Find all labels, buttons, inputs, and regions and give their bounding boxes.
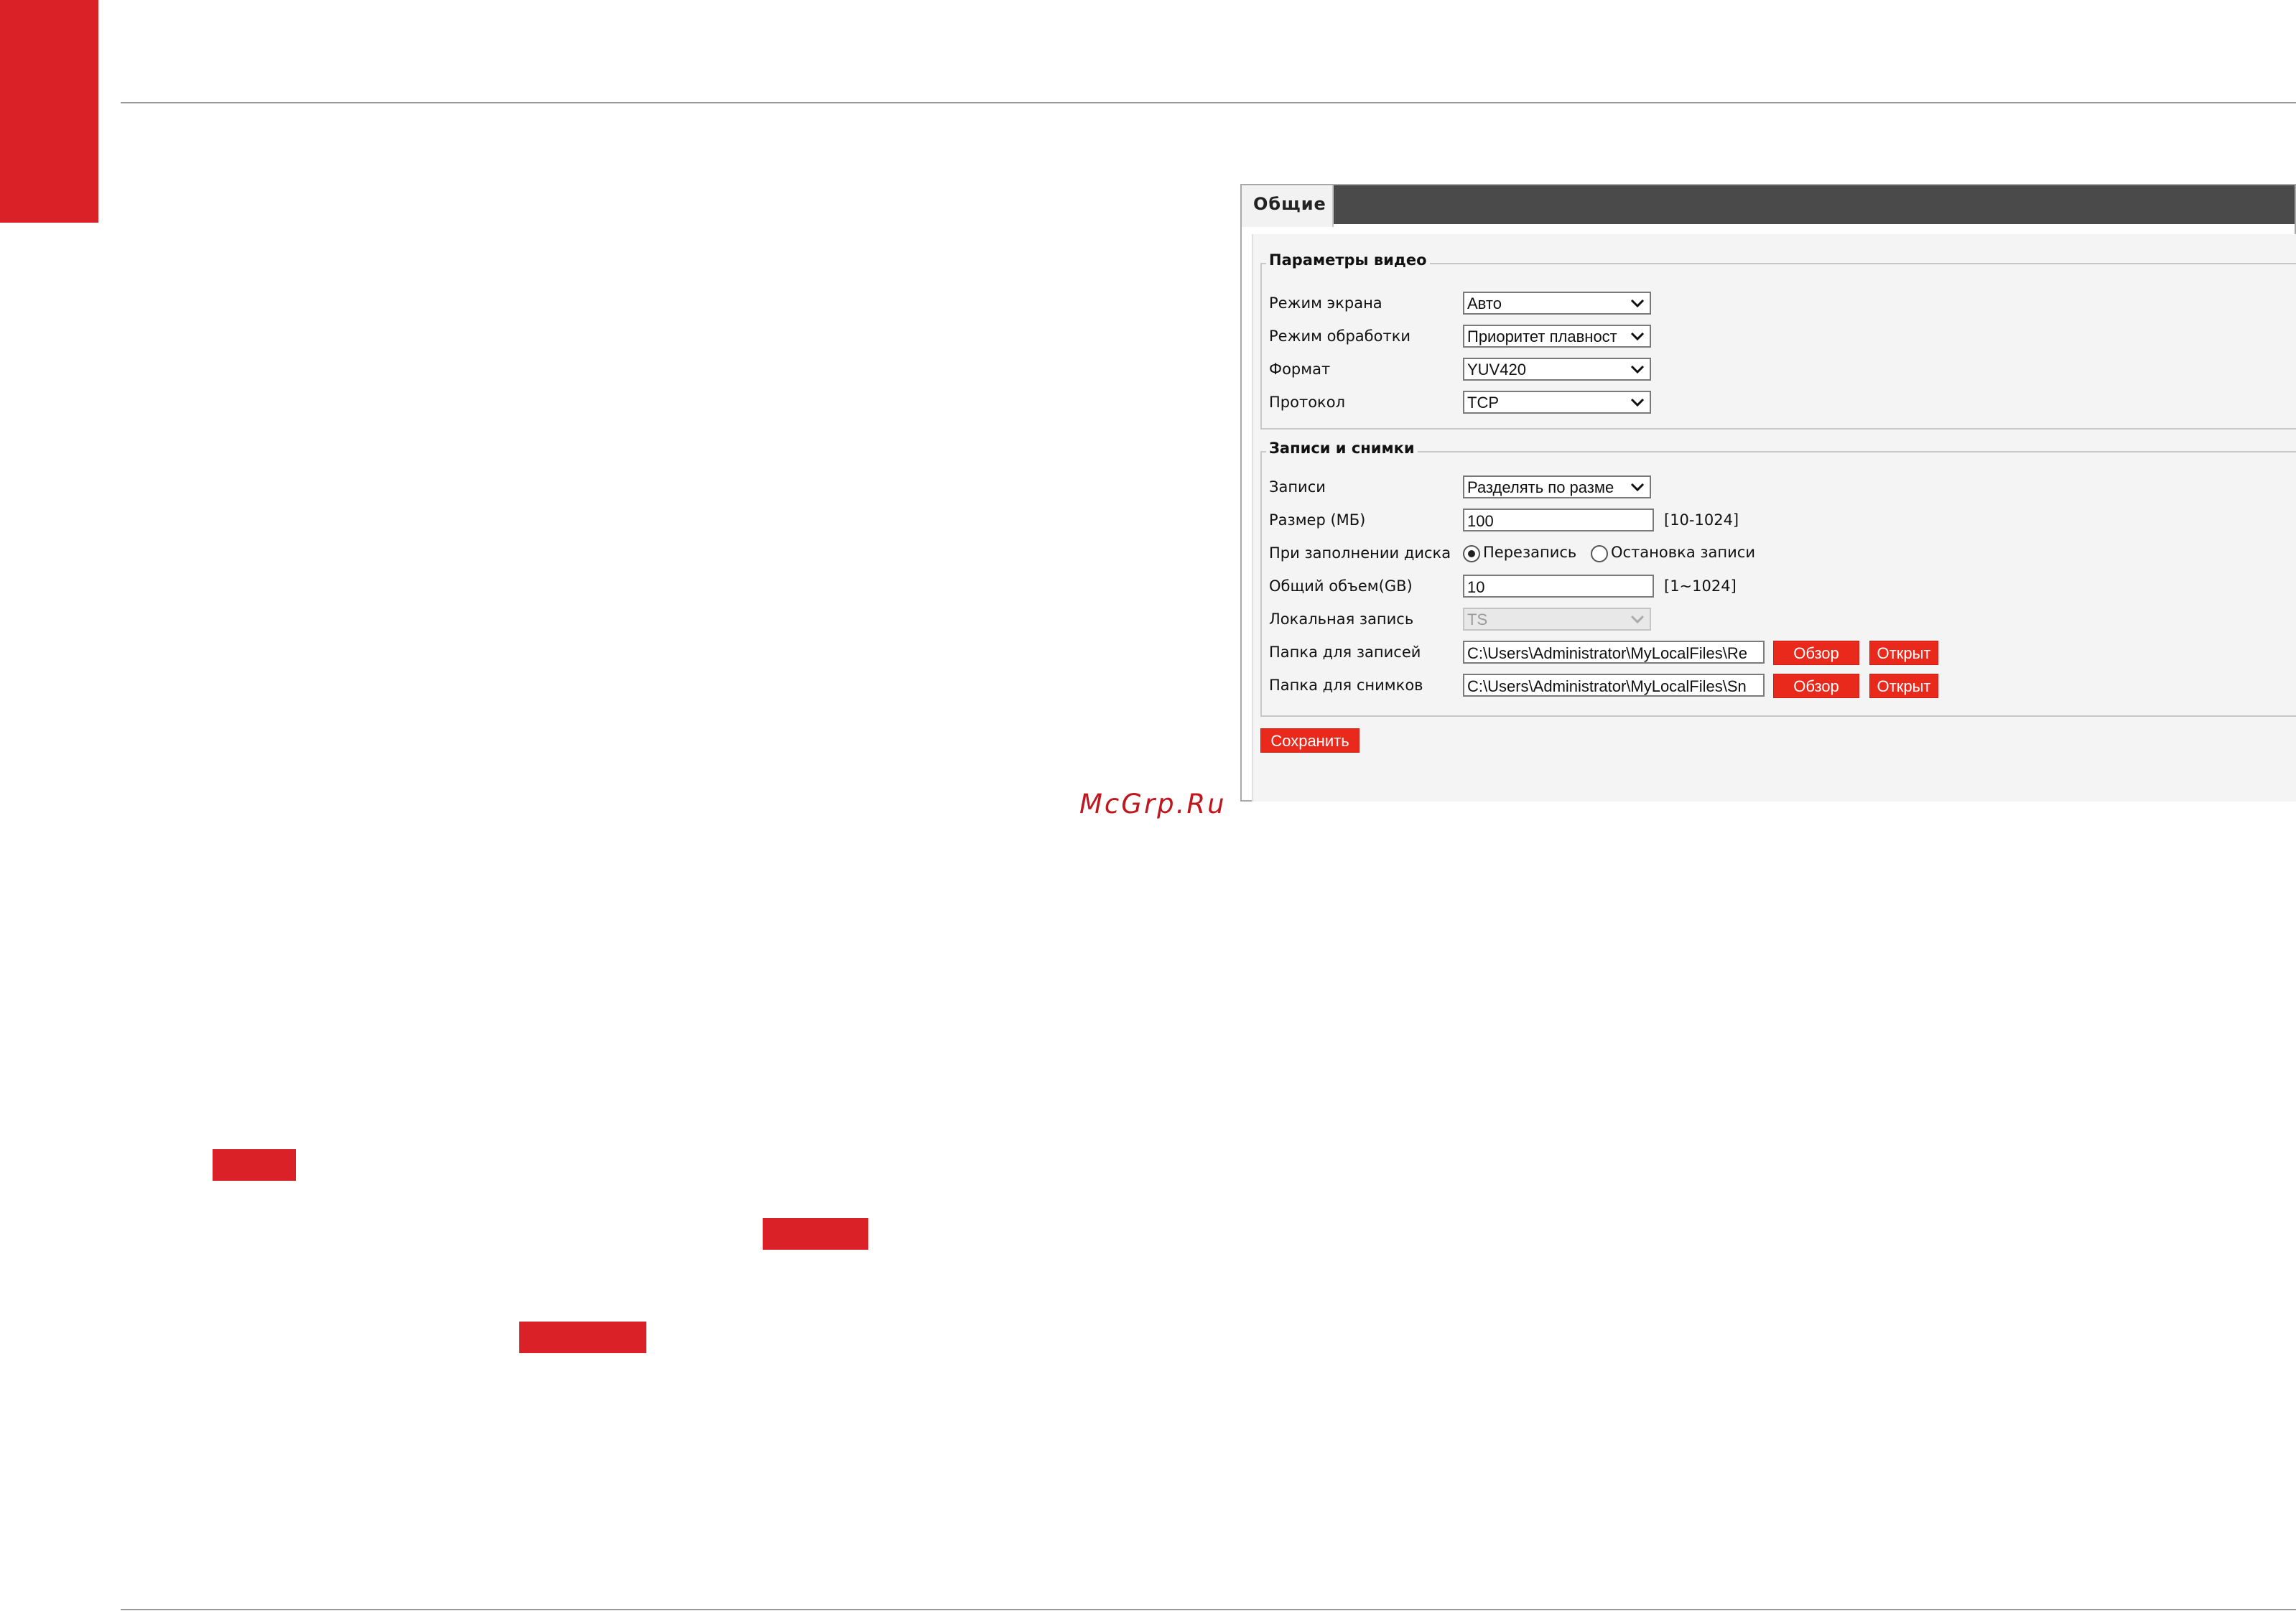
processing-mode-select[interactable]: Приоритет плавност <box>1463 325 1651 348</box>
processing-mode-label: Режим обработки <box>1269 328 1411 345</box>
size-input[interactable]: 100 <box>1463 509 1654 531</box>
format-value: YUV420 <box>1467 361 1526 379</box>
records-select[interactable]: Разделять по разме <box>1463 475 1651 498</box>
records-group: Записи и снимки Записи Разделять по разм… <box>1260 440 2296 717</box>
screen-mode-row: Режим экрана Авто <box>1269 292 1651 316</box>
screen-mode-select[interactable]: Авто <box>1463 292 1651 315</box>
protocol-select[interactable]: TCP <box>1463 391 1651 414</box>
total-volume-label: Общий объем(GB) <box>1269 577 1413 595</box>
chevron-down-icon <box>1630 478 1645 496</box>
format-label: Формат <box>1269 361 1331 378</box>
snapshot-open-button[interactable]: Открыт <box>1869 674 1938 698</box>
protocol-label: Протокол <box>1269 394 1346 411</box>
local-record-select: TS <box>1463 608 1651 631</box>
overwrite-radio[interactable] <box>1463 545 1480 562</box>
footer-rule <box>121 1609 2296 1610</box>
protocol-row: Протокол TCP <box>1269 391 1651 415</box>
stop-recording-label: Остановка записи <box>1611 544 1755 561</box>
format-row: Формат YUV420 <box>1269 358 1651 382</box>
header-rule <box>121 102 2296 103</box>
video-params-legend: Параметры видео <box>1266 251 1430 269</box>
screen-mode-value: Авто <box>1467 294 1502 312</box>
records-label: Записи <box>1269 478 1326 496</box>
chevron-down-icon <box>1630 327 1645 345</box>
screen-mode-label: Режим экрана <box>1269 294 1382 312</box>
processing-mode-value: Приоритет плавност <box>1467 328 1617 345</box>
snapshot-folder-label: Папка для снимков <box>1269 677 1423 694</box>
snapshot-browse-button[interactable]: Обзор <box>1773 674 1859 698</box>
video-params-group: Параметры видео Режим экрана Авто Режим … <box>1260 251 2296 430</box>
record-open-button[interactable]: Открыт <box>1869 641 1938 665</box>
protocol-value: TCP <box>1467 394 1499 412</box>
total-volume-hint: [1~1024] <box>1664 577 1737 595</box>
record-folder-input[interactable]: C:\Users\Administrator\MyLocalFiles\Re <box>1463 641 1765 664</box>
records-value: Разделять по разме <box>1467 478 1614 496</box>
settings-content: Параметры видео Режим экрана Авто Режим … <box>1252 234 2296 802</box>
stop-recording-radio[interactable] <box>1591 545 1608 562</box>
records-legend: Записи и снимки <box>1266 440 1418 457</box>
watermark: McGrp.Ru <box>1079 789 1227 820</box>
chevron-down-icon <box>1630 393 1645 412</box>
side-color-block <box>0 0 98 223</box>
redacted-mark-2 <box>763 1218 868 1250</box>
snapshot-folder-input[interactable]: C:\Users\Administrator\MyLocalFiles\Sn <box>1463 674 1765 697</box>
redacted-mark-3 <box>519 1322 646 1353</box>
tab-bar: Общие <box>1242 185 2295 227</box>
size-label: Размер (МБ) <box>1269 511 1366 529</box>
record-browse-button[interactable]: Обзор <box>1773 641 1859 665</box>
manual-page: McGrp.Ru Общие Параметры видео Режим экр… <box>0 0 2296 1611</box>
disk-full-label: При заполнении диска <box>1269 544 1451 562</box>
tab-general[interactable]: Общие <box>1242 185 1334 227</box>
local-record-row: Локальная запись TS <box>1269 608 1651 632</box>
local-record-value: TS <box>1467 610 1488 628</box>
local-record-label: Локальная запись <box>1269 610 1414 628</box>
size-range-hint: [10-1024] <box>1664 511 1739 529</box>
overwrite-label: Перезапись <box>1483 544 1577 561</box>
processing-mode-row: Режим обработки Приоритет плавност <box>1269 325 1651 349</box>
total-volume-input[interactable]: 10 <box>1463 575 1654 598</box>
chevron-down-icon <box>1630 610 1645 628</box>
chevron-down-icon <box>1630 294 1645 312</box>
save-button[interactable]: Сохранить <box>1260 728 1360 753</box>
redacted-mark-1 <box>213 1149 296 1181</box>
record-folder-label: Папка для записей <box>1269 644 1421 661</box>
records-row: Записи Разделять по разме <box>1269 475 1651 500</box>
chevron-down-icon <box>1630 360 1645 379</box>
format-select[interactable]: YUV420 <box>1463 358 1651 381</box>
settings-screenshot: Общие Параметры видео Режим экрана Авто … <box>1240 184 2296 802</box>
